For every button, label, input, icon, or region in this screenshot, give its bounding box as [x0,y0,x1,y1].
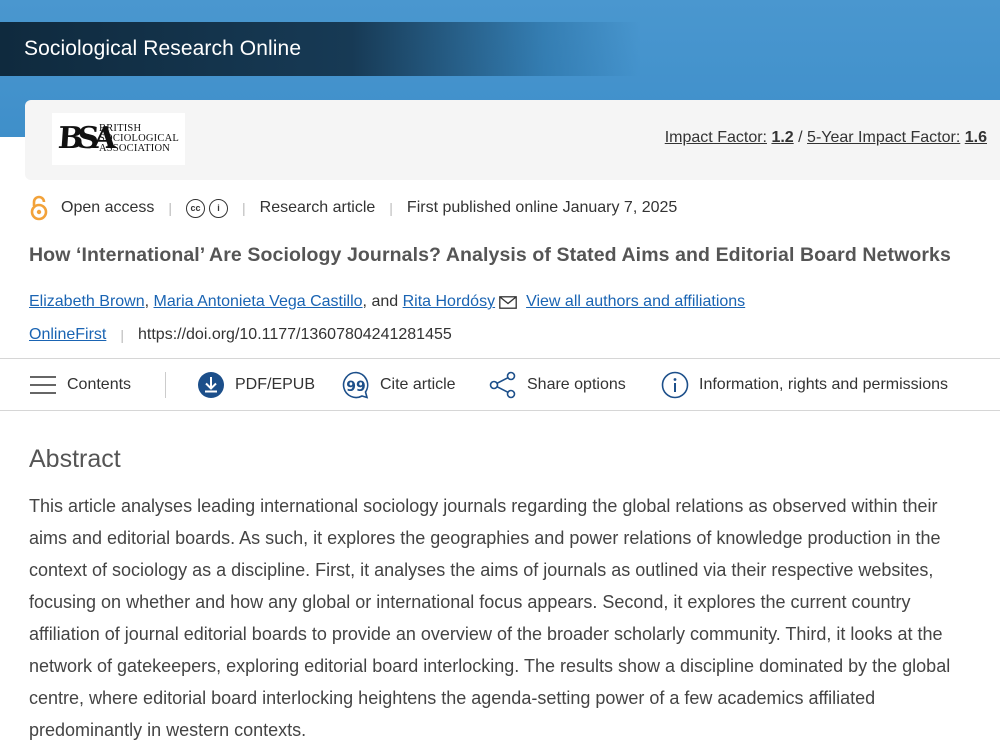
contents-label: Contents [67,376,132,393]
author-link[interactable]: Rita Hordósy [403,293,495,311]
info-icon [661,371,689,399]
svg-text:99: 99 [346,379,365,395]
download-icon [198,372,224,398]
online-first-link[interactable]: OnlineFirst [29,326,106,344]
bsa-logo-text: BRITISH SOCIOLOGICAL ASSOCIATION [99,123,179,154]
toolbar-divider [165,372,166,398]
publication-date: First published online January 7, 2025 [406,199,678,216]
author-link[interactable]: Maria Antonieta Vega Castillo [154,293,363,311]
article-type: Research article [259,199,376,216]
journal-banner[interactable]: Sociological Research Online [0,22,640,76]
contents-button[interactable]: Contents [29,371,131,399]
five-year-impact-value[interactable]: 1.6 [965,129,987,146]
journal-title[interactable]: Sociological Research Online [24,37,301,61]
quote-icon: 99 [342,371,369,399]
abstract-text: This article analyses leading internatio… [29,496,951,740]
five-year-impact-label[interactable]: 5-Year Impact Factor: [807,129,960,146]
impact-separator: / [798,129,803,146]
author-list: Elizabeth Brown , Maria Antonieta Vega C… [29,293,745,311]
meta-divider: | [389,200,393,216]
share-options-label: Share options [527,376,626,393]
pdf-epub-button[interactable]: PDF/EPUB [197,371,315,399]
abstract-heading: Abstract [29,445,121,473]
open-access-label: Open access [61,199,155,216]
author-separator: , [144,293,150,310]
bsa-logo-mark: BSA [56,121,112,156]
bsa-logo[interactable]: BSA BRITISH SOCIOLOGICAL ASSOCIATION [52,113,185,165]
share-icon [489,371,516,399]
meta-divider: | [242,200,246,216]
share-options-button[interactable]: Share options [489,371,626,399]
license-icons[interactable]: cc i [186,198,229,218]
article-title: How ‘International’ Are Sociology Journa… [29,244,951,266]
author-separator: , and [362,293,399,310]
impact-factor[interactable]: Impact Factor: 1.2 / 5-Year Impact Facto… [665,129,987,147]
cite-article-label: Cite article [380,376,456,393]
author-link[interactable]: Elizabeth Brown [29,293,145,311]
doi-text[interactable]: https://doi.org/10.1177/1360780424128145… [138,326,452,344]
menu-list-icon [30,376,56,394]
view-all-authors-link[interactable]: View all authors and affiliations [526,293,745,311]
doi-row: OnlineFirst | https://doi.org/10.1177/13… [29,326,452,344]
article-meta-row: Open access | cc i | Research article | … [29,195,677,221]
logo-text-line: ASSOCIATION [99,143,171,154]
impact-factor-label[interactable]: Impact Factor: [665,129,767,146]
impact-factor-value[interactable]: 1.2 [771,129,793,146]
open-access-icon [30,195,48,221]
email-icon[interactable] [499,295,517,309]
article-toolbar: Contents PDF/EPUB 99 Cite article Share … [0,358,1000,411]
meta-divider: | [168,200,173,216]
cite-article-button[interactable]: 99 Cite article [342,371,456,399]
pdf-epub-label: PDF/EPUB [235,376,316,393]
meta-divider: | [120,327,124,343]
information-label: Information, rights and permissions [699,376,948,393]
creative-commons-icon[interactable]: cc [186,198,206,218]
attribution-icon[interactable]: i [209,198,229,218]
information-button[interactable]: Information, rights and permissions [661,371,948,399]
